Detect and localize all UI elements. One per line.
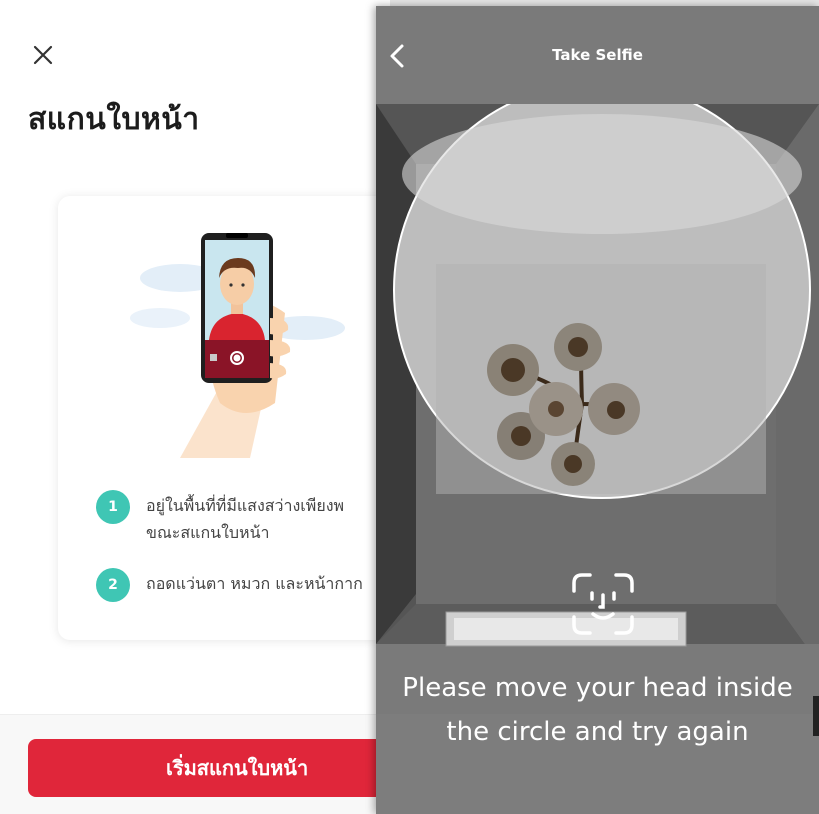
instruction-message: Please move your head inside the circle …: [402, 673, 793, 747]
step-number-badge: 2: [96, 568, 130, 602]
selfie-illustration: [130, 233, 345, 458]
bottom-action-bar: เริ่มสแกนใบหน้า: [0, 714, 390, 814]
instruction-card: 1 อยู่ในพื้นที่ที่มีแสงสว่างเพียงพ ขณะสแ…: [58, 196, 390, 640]
take-selfie-screen: Take Selfie Please move your head inside…: [376, 6, 819, 814]
start-face-scan-button[interactable]: เริ่มสแกนใบหน้า: [28, 739, 390, 797]
face-scan-icon: [570, 571, 636, 637]
face-scan-intro-screen: สแกนใบหน้า 1 อยู่ในพื้นที่ที่มีแสงสว่างเ…: [0, 0, 390, 814]
instruction-step: 2 ถอดแว่นตา หมวก และหน้ากาก: [96, 568, 363, 602]
step-number-badge: 1: [96, 490, 130, 524]
camera-title: Take Selfie: [552, 46, 643, 64]
page-title: สแกนใบหน้า: [28, 102, 200, 137]
step-text: อยู่ในพื้นที่ที่มีแสงสว่างเพียงพ ขณะสแกน…: [146, 496, 345, 542]
edge-strip: [813, 696, 819, 736]
close-icon[interactable]: [30, 42, 56, 68]
instruction-step: 1 อยู่ในพื้นที่ที่มีแสงสว่างเพียงพ ขณะสแ…: [96, 490, 344, 546]
step-text: ถอดแว่นตา หมวก และหน้ากาก: [146, 574, 363, 593]
